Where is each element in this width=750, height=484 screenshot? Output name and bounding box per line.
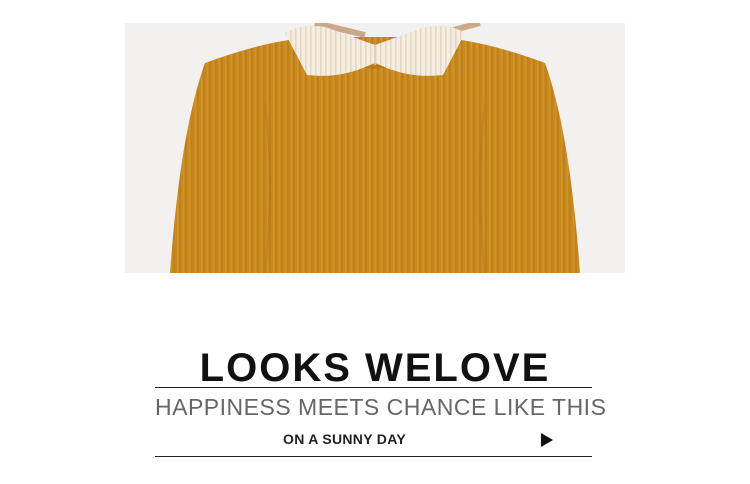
sweater-illustration: [170, 23, 580, 273]
product-photo: [125, 23, 625, 273]
cta-link[interactable]: ON A SUNNY DAY: [155, 427, 592, 453]
cta-label: ON A SUNNY DAY: [283, 431, 406, 447]
play-icon[interactable]: [541, 433, 553, 447]
banner-subtitle: HAPPINESS MEETS CHANCE LIKE THIS: [155, 394, 607, 420]
banner-title: LOOKS WELOVE: [199, 346, 551, 390]
divider-bottom: [155, 456, 592, 457]
divider-top: [155, 387, 592, 388]
